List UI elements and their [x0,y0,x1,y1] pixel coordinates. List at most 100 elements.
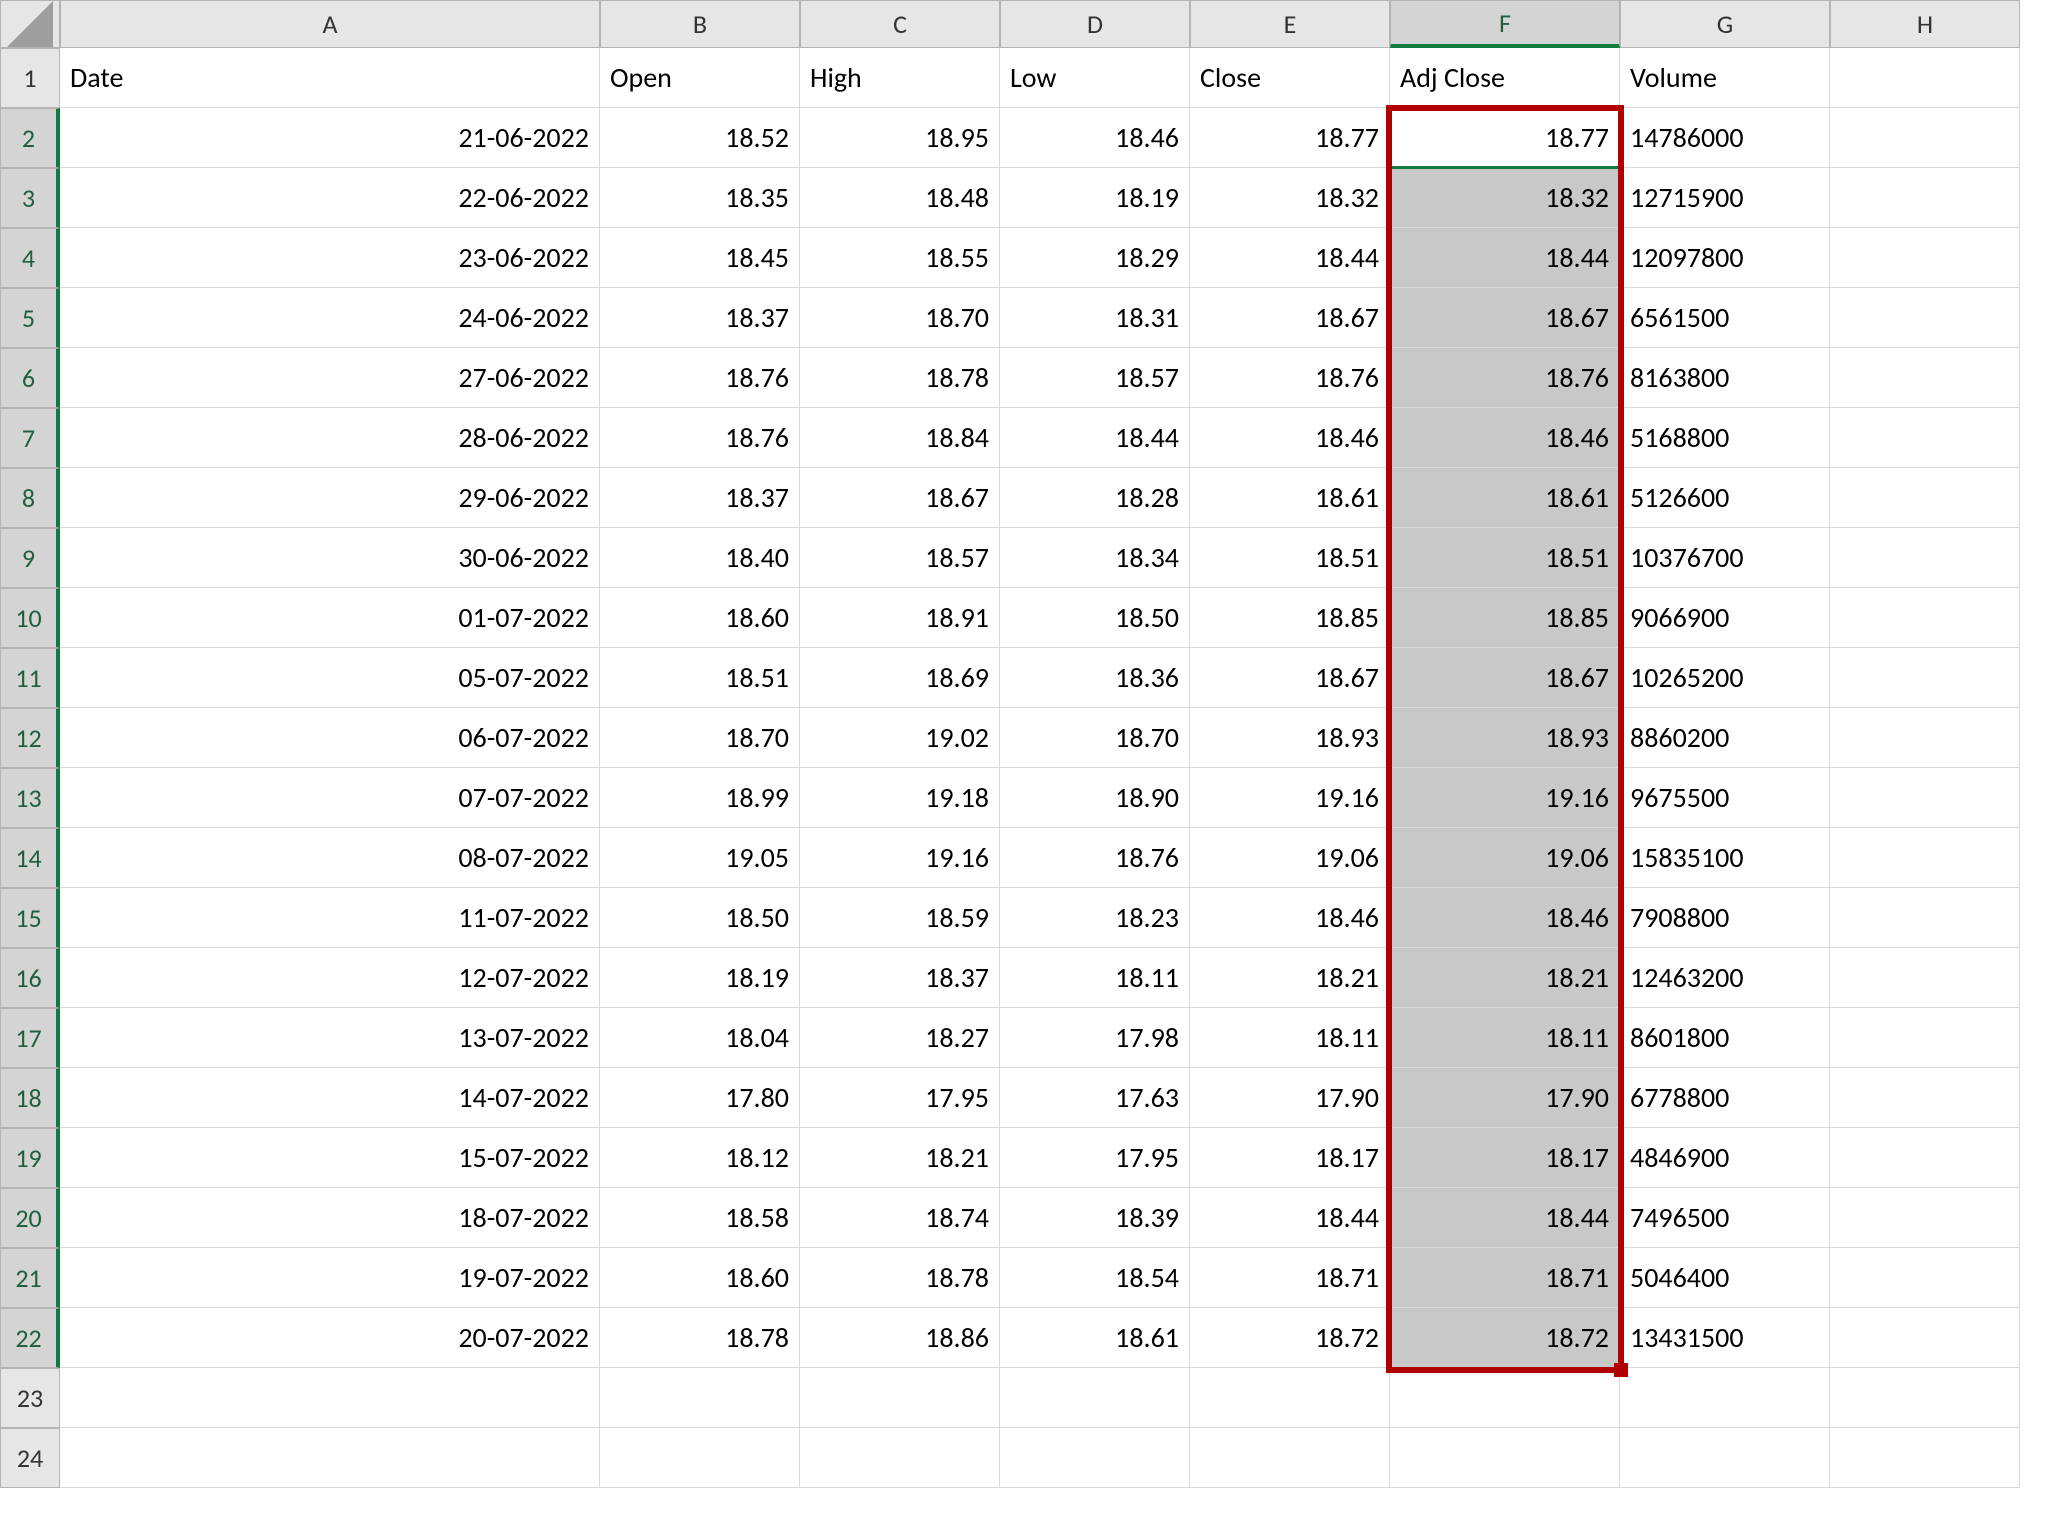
cell-C23[interactable] [800,1368,1000,1428]
cell-E12[interactable]: 18.93 [1190,708,1390,768]
cell-B14[interactable]: 19.05 [600,828,800,888]
cell-G22[interactable]: 13431500 [1620,1308,1830,1368]
cell-A23[interactable] [60,1368,600,1428]
row-header-22[interactable]: 22 [0,1308,60,1368]
row-header-3[interactable]: 3 [0,168,60,228]
cell-G18[interactable]: 6778800 [1620,1068,1830,1128]
cell-D22[interactable]: 18.61 [1000,1308,1190,1368]
cell-C20[interactable]: 18.74 [800,1188,1000,1248]
cell-F17[interactable]: 18.11 [1390,1008,1620,1068]
cell-B4[interactable]: 18.45 [600,228,800,288]
row-header-2[interactable]: 2 [0,108,60,168]
cell-D8[interactable]: 18.28 [1000,468,1190,528]
cell-A12[interactable]: 06-07-2022 [60,708,600,768]
cell-G5[interactable]: 6561500 [1620,288,1830,348]
cell-C22[interactable]: 18.86 [800,1308,1000,1368]
cell-F15[interactable]: 18.46 [1390,888,1620,948]
cell-B9[interactable]: 18.40 [600,528,800,588]
cell-C3[interactable]: 18.48 [800,168,1000,228]
cell-G8[interactable]: 5126600 [1620,468,1830,528]
cell-G23[interactable] [1620,1368,1830,1428]
cell-B5[interactable]: 18.37 [600,288,800,348]
cell-D24[interactable] [1000,1428,1190,1488]
select-all-corner[interactable] [0,0,60,48]
row-header-5[interactable]: 5 [0,288,60,348]
cell-E2[interactable]: 18.77 [1190,108,1390,168]
cell-D11[interactable]: 18.36 [1000,648,1190,708]
cell-F9[interactable]: 18.51 [1390,528,1620,588]
cell-A2[interactable]: 21-06-2022 [60,108,600,168]
cell-G11[interactable]: 10265200 [1620,648,1830,708]
cell-G15[interactable]: 7908800 [1620,888,1830,948]
cell-H21[interactable] [1830,1248,2020,1308]
cell-A18[interactable]: 14-07-2022 [60,1068,600,1128]
cell-D13[interactable]: 18.90 [1000,768,1190,828]
cell-A11[interactable]: 05-07-2022 [60,648,600,708]
cell-A17[interactable]: 13-07-2022 [60,1008,600,1068]
row-header-4[interactable]: 4 [0,228,60,288]
cell-E18[interactable]: 17.90 [1190,1068,1390,1128]
cell-E14[interactable]: 19.06 [1190,828,1390,888]
cell-H7[interactable] [1830,408,2020,468]
cell-A16[interactable]: 12-07-2022 [60,948,600,1008]
cell-C11[interactable]: 18.69 [800,648,1000,708]
row-header-14[interactable]: 14 [0,828,60,888]
cell-B21[interactable]: 18.60 [600,1248,800,1308]
cell-E1[interactable]: Close [1190,48,1390,108]
cell-C16[interactable]: 18.37 [800,948,1000,1008]
cell-B16[interactable]: 18.19 [600,948,800,1008]
cell-G4[interactable]: 12097800 [1620,228,1830,288]
column-header-F[interactable]: F [1390,0,1620,48]
cell-A10[interactable]: 01-07-2022 [60,588,600,648]
cell-C4[interactable]: 18.55 [800,228,1000,288]
cell-A24[interactable] [60,1428,600,1488]
cell-A21[interactable]: 19-07-2022 [60,1248,600,1308]
cell-G24[interactable] [1620,1428,1830,1488]
cell-F4[interactable]: 18.44 [1390,228,1620,288]
cell-G1[interactable]: Volume [1620,48,1830,108]
cell-H22[interactable] [1830,1308,2020,1368]
cell-A13[interactable]: 07-07-2022 [60,768,600,828]
column-header-B[interactable]: B [600,0,800,48]
cell-C6[interactable]: 18.78 [800,348,1000,408]
cell-F12[interactable]: 18.93 [1390,708,1620,768]
cell-F14[interactable]: 19.06 [1390,828,1620,888]
cell-D18[interactable]: 17.63 [1000,1068,1190,1128]
cell-H10[interactable] [1830,588,2020,648]
cell-E24[interactable] [1190,1428,1390,1488]
cell-D16[interactable]: 18.11 [1000,948,1190,1008]
cell-C24[interactable] [800,1428,1000,1488]
cell-A6[interactable]: 27-06-2022 [60,348,600,408]
cell-E3[interactable]: 18.32 [1190,168,1390,228]
cell-C18[interactable]: 17.95 [800,1068,1000,1128]
cell-A5[interactable]: 24-06-2022 [60,288,600,348]
cell-B10[interactable]: 18.60 [600,588,800,648]
cell-G17[interactable]: 8601800 [1620,1008,1830,1068]
cell-E23[interactable] [1190,1368,1390,1428]
row-header-7[interactable]: 7 [0,408,60,468]
cell-C10[interactable]: 18.91 [800,588,1000,648]
cell-E22[interactable]: 18.72 [1190,1308,1390,1368]
cell-B17[interactable]: 18.04 [600,1008,800,1068]
cell-A20[interactable]: 18-07-2022 [60,1188,600,1248]
cell-C19[interactable]: 18.21 [800,1128,1000,1188]
cell-F23[interactable] [1390,1368,1620,1428]
cell-A1[interactable]: Date [60,48,600,108]
cell-B22[interactable]: 18.78 [600,1308,800,1368]
row-header-19[interactable]: 19 [0,1128,60,1188]
cell-E19[interactable]: 18.17 [1190,1128,1390,1188]
cell-H15[interactable] [1830,888,2020,948]
cell-A3[interactable]: 22-06-2022 [60,168,600,228]
cell-F16[interactable]: 18.21 [1390,948,1620,1008]
cell-G3[interactable]: 12715900 [1620,168,1830,228]
row-header-6[interactable]: 6 [0,348,60,408]
cell-D12[interactable]: 18.70 [1000,708,1190,768]
cell-B11[interactable]: 18.51 [600,648,800,708]
cell-F3[interactable]: 18.32 [1390,168,1620,228]
cell-C1[interactable]: High [800,48,1000,108]
cell-A8[interactable]: 29-06-2022 [60,468,600,528]
cell-H19[interactable] [1830,1128,2020,1188]
cell-D9[interactable]: 18.34 [1000,528,1190,588]
row-header-21[interactable]: 21 [0,1248,60,1308]
cell-D4[interactable]: 18.29 [1000,228,1190,288]
